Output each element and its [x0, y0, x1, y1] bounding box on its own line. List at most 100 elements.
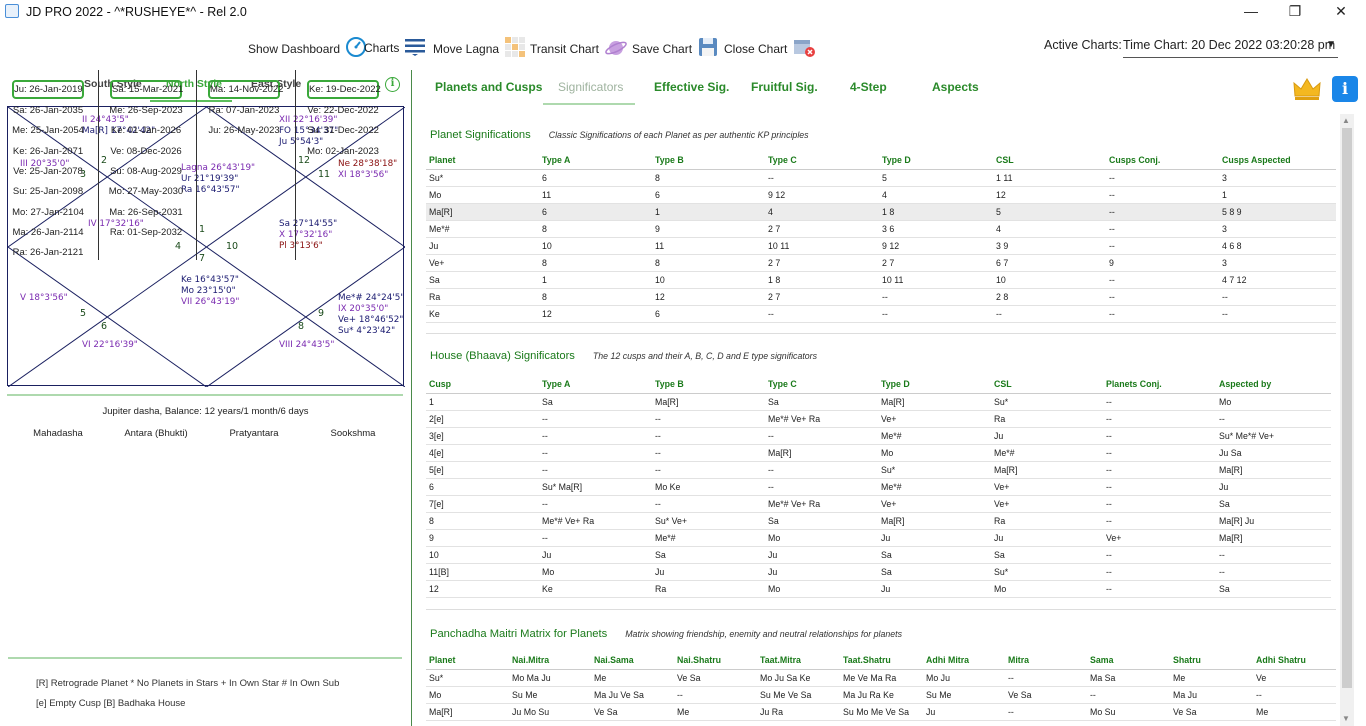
- table-row[interactable]: Ke 12 6 -- -- -- -- --: [426, 305, 1336, 323]
- table-row[interactable]: Mo 11 6 9 12 4 12 -- 1: [426, 186, 1336, 204]
- column-header[interactable]: Type C: [765, 376, 878, 394]
- dasha-period[interactable]: Ke: 26-Jan-2071: [0, 146, 96, 157]
- column-header[interactable]: Nai.Mitra: [509, 652, 591, 670]
- dasha-period[interactable]: Ke: 01-Jan-2026: [98, 125, 194, 136]
- active-chart-select[interactable]: Time Chart: 20 Dec 2022 03:20:28 pm ▼: [1123, 34, 1338, 58]
- table-row[interactable]: Ma[R] 6 1 4 1 8 5 -- 5 8 9: [426, 203, 1336, 221]
- dasha-period[interactable]: Mo: 02-Jan-2023: [295, 146, 391, 157]
- current-dasha-period[interactable]: Ju: 26-Jan-2019: [12, 80, 84, 99]
- dasha-period[interactable]: Ju: 26-May-2023: [196, 125, 292, 136]
- table-row[interactable]: 11[B] Mo Ju Ju Sa Su* -- --: [426, 563, 1331, 581]
- current-dasha-period[interactable]: Ma: 14-Nov-2022: [208, 80, 283, 99]
- dasha-period[interactable]: Mo: 27-May-2030: [98, 186, 194, 197]
- close-window-button[interactable]: ✕: [1330, 2, 1352, 22]
- table-row[interactable]: 8 Me*# Ve+ Ra Su* Ve+ Sa Ma[R] Ra -- Ma[R] Ju: [426, 512, 1331, 530]
- table-row[interactable]: 4[e] -- -- Ma[R] Mo Me*# -- Ju Sa: [426, 444, 1331, 462]
- house-5-contents[interactable]: V 18°3'56": [20, 293, 68, 304]
- column-header[interactable]: CSL: [993, 152, 1106, 170]
- table-row[interactable]: Ju 10 11 10 11 9 12 3 9 -- 4 6 8: [426, 237, 1336, 255]
- dasha-period[interactable]: Ve: 22-Dec-2022: [295, 105, 391, 116]
- minimize-button[interactable]: —: [1240, 2, 1262, 22]
- column-header[interactable]: Type D: [878, 376, 991, 394]
- table-row[interactable]: 12 Ke Ra Mo Ju Mo -- Sa: [426, 580, 1331, 598]
- table-row[interactable]: 3[e] -- -- -- Me*# Ju -- Su* Me*# Ve+: [426, 427, 1331, 445]
- charts-button[interactable]: Charts: [364, 36, 426, 59]
- table-row[interactable]: Sa 1 10 1 8 10 11 10 -- 4 7 12: [426, 271, 1336, 289]
- column-header[interactable]: Type A: [539, 376, 652, 394]
- save-chart-button[interactable]: Save Chart: [632, 36, 719, 61]
- tab-effective-sig[interactable]: Effective Sig.: [654, 80, 729, 94]
- dasha-period[interactable]: Ve: 25-Jan-2078: [0, 166, 96, 177]
- scrollbar-thumb[interactable]: [1342, 128, 1352, 688]
- crown-icon[interactable]: [1292, 76, 1322, 107]
- column-header[interactable]: Planet: [426, 652, 509, 670]
- house-7-contents[interactable]: Ke 16°43'57" Mo 23°15'0" VII 26°43'19": [181, 275, 239, 308]
- column-header[interactable]: Adhi Mitra: [923, 652, 1005, 670]
- table-row[interactable]: Su* Mo Ma Ju Me Ve Sa Mo Ju Sa Ke Me Ve Ma Ra…: [426, 669, 1336, 687]
- column-header[interactable]: Shatru: [1170, 652, 1253, 670]
- column-header[interactable]: Sama: [1087, 652, 1170, 670]
- table-row[interactable]: Ve+ 8 8 2 72 76 793: [426, 254, 1336, 272]
- tab-planets-and-cusps[interactable]: Planets and Cusps: [435, 80, 542, 94]
- show-dashboard-button[interactable]: Show Dashboard: [248, 36, 367, 61]
- table-row[interactable]: 10 Ju Sa Ju Sa Sa -- --: [426, 546, 1331, 564]
- table-row[interactable]: Ra 8 12 2 7 -- 2 8 -- --: [426, 288, 1336, 306]
- dasha-period[interactable]: Ra: 26-Jan-2121: [0, 247, 96, 258]
- dasha-period[interactable]: Ma: 26-Jan-2114: [0, 227, 96, 238]
- dasha-period[interactable]: Ra: 07-Jan-2023: [196, 105, 292, 116]
- dasha-period[interactable]: Me: 25-Jan-2054: [0, 125, 96, 136]
- info-icon[interactable]: i: [385, 77, 400, 92]
- column-header[interactable]: Nai.Shatru: [674, 652, 757, 670]
- column-header[interactable]: Cusps Conj.: [1106, 152, 1219, 170]
- transit-chart-button[interactable]: Transit Chart: [530, 36, 628, 61]
- column-header[interactable]: Planets Conj.: [1103, 376, 1216, 394]
- column-header[interactable]: Planet: [426, 152, 539, 170]
- dasha-period[interactable]: Ve: 08-Dec-2026: [98, 146, 194, 157]
- column-header[interactable]: Aspected by: [1216, 376, 1331, 394]
- house-6-contents[interactable]: VI 22°16'39": [82, 340, 138, 351]
- column-header[interactable]: Type D: [879, 152, 993, 170]
- column-header[interactable]: Type C: [765, 152, 879, 170]
- column-header[interactable]: Type B: [652, 152, 765, 170]
- tab-4-step[interactable]: 4-Step: [850, 80, 887, 94]
- tab-fruitful-sig[interactable]: Fruitful Sig.: [751, 80, 818, 94]
- dasha-period[interactable]: Me: 26-Sep-2023: [98, 105, 194, 116]
- table-row[interactable]: 6 Su* Ma[R] Mo Ke -- Me*# Ve+ -- Ju: [426, 478, 1331, 496]
- close-chart-button[interactable]: Close Chart: [724, 36, 816, 61]
- scroll-up-icon[interactable]: ▲: [1342, 116, 1350, 125]
- vertical-scrollbar[interactable]: ▲ ▼: [1340, 114, 1354, 726]
- house-11-contents[interactable]: Ne 28°38'18" XI 18°3'56": [338, 159, 397, 181]
- dasha-period[interactable]: Mo: 27-Jan-2104: [0, 207, 96, 218]
- table-row[interactable]: Su* 6 8 -- 5 1 11 -- 3: [426, 169, 1336, 187]
- column-header[interactable]: Taat.Mitra: [757, 652, 840, 670]
- dasha-period[interactable]: Su: 31-Dec-2022: [295, 125, 391, 136]
- column-header[interactable]: Nai.Sama: [591, 652, 674, 670]
- table-row[interactable]: 2[e] -- -- Me*# Ve+ Ra Ve+ Ra -- --: [426, 410, 1331, 428]
- table-row[interactable]: 5[e] -- -- -- Su* Ma[R] -- Ma[R]: [426, 461, 1331, 479]
- house-8-contents[interactable]: VIII 24°43'5": [279, 340, 334, 351]
- info-button[interactable]: i: [1332, 76, 1358, 102]
- column-header[interactable]: Type B: [652, 376, 765, 394]
- table-row[interactable]: Mo Su Me Ma Ju Ve Sa -- Su Me Ve Sa Ma Ju Ra …: [426, 686, 1336, 704]
- move-lagna-button[interactable]: Move Lagna: [433, 36, 526, 61]
- dasha-period[interactable]: Su: 08-Aug-2029: [98, 166, 194, 177]
- house-10-contents[interactable]: Sa 27°14'55" X 17°32'16" Pl 3°13'6": [279, 219, 337, 252]
- column-header[interactable]: Type A: [539, 152, 652, 170]
- current-dasha-period[interactable]: Sa: 15-Mar-2021: [110, 80, 183, 99]
- column-header[interactable]: Mitra: [1005, 652, 1087, 670]
- house-9-contents[interactable]: Me*# 24°24'5" IX 20°35'0" Ve+ 18°46'52" Su*…: [338, 293, 404, 337]
- column-header[interactable]: Adhi Shatru: [1253, 652, 1336, 670]
- tab-aspects[interactable]: Aspects: [932, 80, 979, 94]
- maximize-button[interactable]: ❐: [1284, 2, 1306, 22]
- table-row[interactable]: 7[e] -- -- Me*# Ve+ Ra Ve+ Ve+ -- Sa: [426, 495, 1331, 513]
- dasha-period[interactable]: Su: 25-Jan-2098: [0, 186, 96, 197]
- column-header[interactable]: Cusps Aspected: [1219, 152, 1336, 170]
- table-row[interactable]: Ma[R] Ju Mo Su Ve Sa Me Ju Ra Su Mo Me Ve Sa J…: [426, 703, 1336, 721]
- dasha-period[interactable]: Ma: 26-Sep-2031: [98, 207, 194, 218]
- column-header[interactable]: Cusp: [426, 376, 539, 394]
- table-row[interactable]: Me*# 8 9 2 73 6 4 -- 3: [426, 220, 1336, 238]
- scroll-down-icon[interactable]: ▼: [1342, 714, 1350, 723]
- table-row[interactable]: 9 -- Me*# Mo Ju Ju Ve+ Ma[R]: [426, 529, 1331, 547]
- table-row[interactable]: 1 Sa Ma[R] Sa Ma[R] Su* -- Mo: [426, 393, 1331, 411]
- current-dasha-period[interactable]: Ke: 19-Dec-2022: [307, 80, 381, 99]
